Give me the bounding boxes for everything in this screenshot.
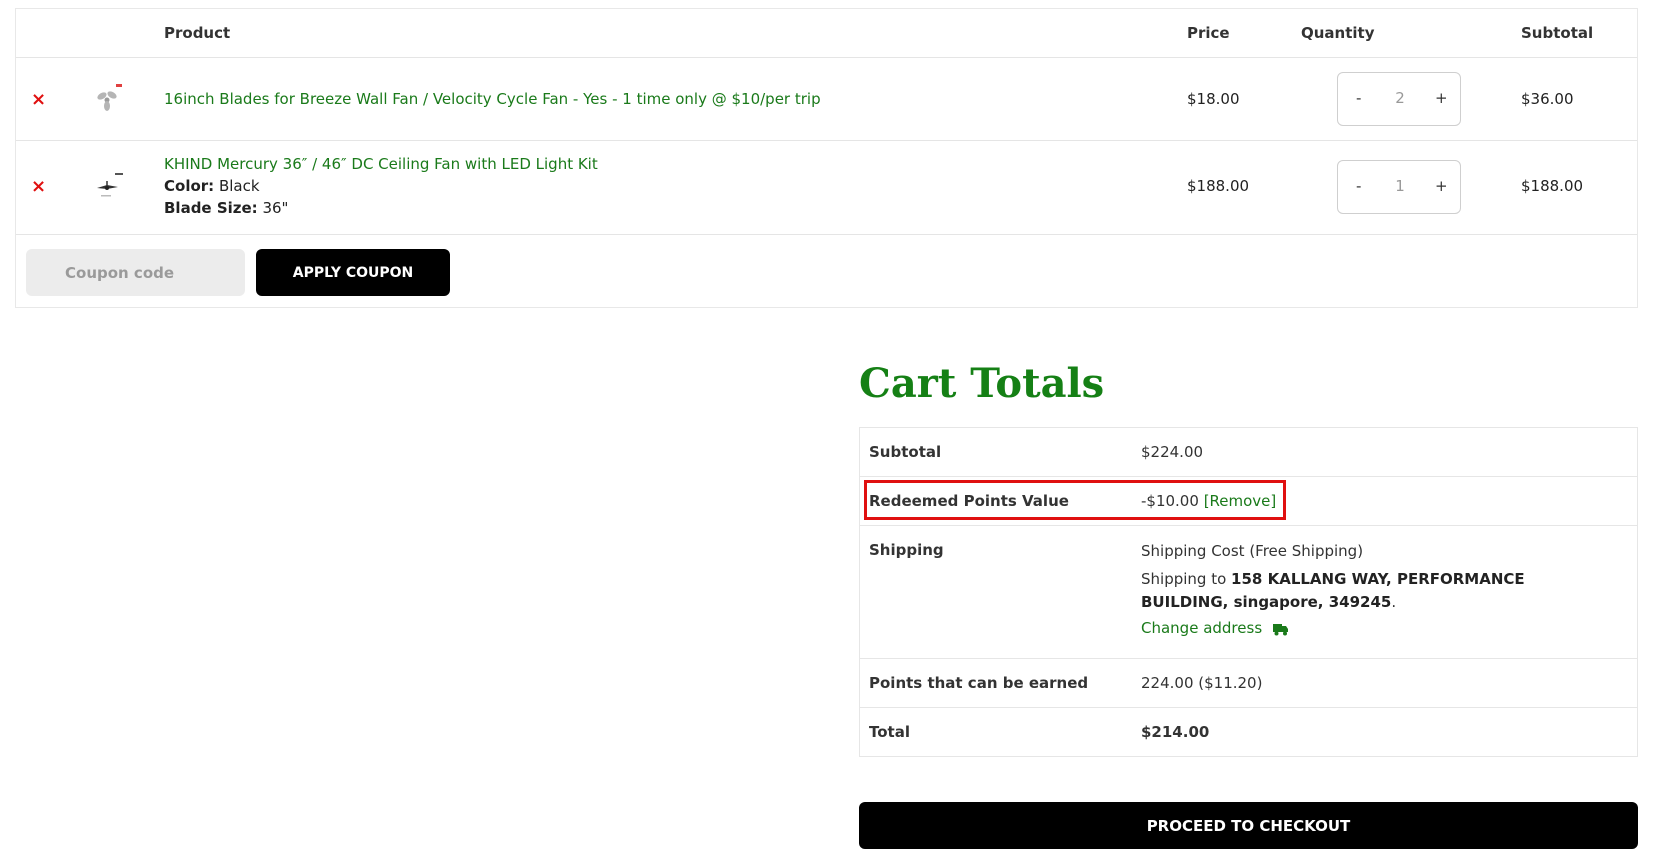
remove-item-icon[interactable]: ×	[31, 91, 47, 109]
variation-label: Blade Size:	[164, 199, 258, 217]
variation-value: 36"	[262, 199, 289, 217]
totals-row-redeemed-points: Redeemed Points Value -$10.00 [Remove]	[860, 477, 1637, 526]
item-subtotal: $36.00	[1521, 90, 1574, 108]
header-quantity: Quantity	[1301, 24, 1375, 42]
qty-decrease-button[interactable]: -	[1356, 177, 1361, 195]
product-link[interactable]: 16inch Blades for Breeze Wall Fan / Velo…	[164, 90, 821, 108]
item-subtotal: $188.00	[1521, 177, 1584, 195]
totals-row-points-earned: Points that can be earned 224.00 ($11.20…	[860, 659, 1637, 708]
cart-table: Product Price Quantity Subtotal × 16inch…	[15, 8, 1638, 308]
apply-coupon-button[interactable]: APPLY COUPON	[256, 249, 450, 296]
variation-label: Color:	[164, 177, 215, 195]
variation-value: Black	[218, 177, 260, 195]
coupon-code-input[interactable]	[26, 249, 245, 296]
points-earned-label: Points that can be earned	[869, 674, 1089, 692]
total-label: Total	[869, 723, 910, 741]
cart-totals-table: Subtotal $224.00 Redeemed Points Value -…	[859, 427, 1638, 757]
qty-decrease-button[interactable]: -	[1356, 89, 1361, 107]
change-address-link[interactable]: Change address	[1141, 619, 1289, 637]
shipping-label: Shipping	[869, 541, 944, 559]
header-price: Price	[1187, 24, 1230, 42]
change-address-label: Change address	[1141, 619, 1263, 637]
item-price: $18.00	[1187, 90, 1240, 108]
redeemed-points-value: -$10.00	[1141, 492, 1199, 510]
product-thumbnail-ceiling-fan[interactable]	[91, 167, 127, 203]
cart-item-row: × KHIND Mercury 36″ / 46″ DC Ceiling Fan…	[16, 141, 1637, 235]
qty-input[interactable]: 2	[1392, 89, 1408, 107]
redeemed-points-cell: -$10.00 [Remove]	[1141, 492, 1276, 510]
header-subtotal: Subtotal	[1521, 24, 1594, 42]
cart-actions: APPLY COUPON	[16, 235, 1637, 309]
qty-input[interactable]: 1	[1392, 177, 1408, 195]
subtotal-value: $224.00	[1141, 443, 1204, 461]
redeemed-points-label: Redeemed Points Value	[869, 492, 1069, 510]
proceed-to-checkout-button[interactable]: PROCEED TO CHECKOUT	[859, 802, 1638, 849]
truck-icon	[1272, 622, 1289, 636]
remove-item-icon[interactable]: ×	[31, 178, 47, 196]
shipping-cost: Shipping Cost (Free Shipping)	[1141, 542, 1364, 560]
product-variation-color: Color: Black	[164, 177, 260, 195]
shipping-to-suffix: .	[1391, 593, 1397, 611]
cart-item-row: × 16inch Blades for Breeze Wall Fan / Ve…	[16, 58, 1637, 141]
header-product: Product	[164, 24, 231, 42]
shipping-destination: Shipping to 158 KALLANG WAY, PERFORMANCE…	[1141, 568, 1611, 614]
totals-row-subtotal: Subtotal $224.00	[860, 428, 1637, 477]
qty-increase-button[interactable]: +	[1435, 177, 1448, 195]
remove-points-link[interactable]: [Remove]	[1204, 492, 1277, 510]
cart-totals-title: Cart Totals	[859, 360, 1105, 407]
product-thumbnail-fan-blades[interactable]	[91, 80, 127, 116]
product-variation-blade-size: Blade Size: 36"	[164, 199, 288, 217]
totals-row-shipping: Shipping Shipping Cost (Free Shipping) S…	[860, 526, 1637, 659]
item-price: $188.00	[1187, 177, 1250, 195]
qty-increase-button[interactable]: +	[1435, 89, 1448, 107]
total-value: $214.00	[1141, 723, 1210, 741]
totals-row-total: Total $214.00	[860, 708, 1637, 757]
shipping-to-prefix: Shipping to	[1141, 570, 1227, 588]
quantity-stepper: - 1 +	[1337, 160, 1461, 214]
product-link[interactable]: KHIND Mercury 36″ / 46″ DC Ceiling Fan w…	[164, 155, 598, 173]
points-earned-value: 224.00 ($11.20)	[1141, 674, 1263, 692]
subtotal-label: Subtotal	[869, 443, 942, 461]
cart-table-header: Product Price Quantity Subtotal	[16, 9, 1637, 58]
quantity-stepper: - 2 +	[1337, 72, 1461, 126]
